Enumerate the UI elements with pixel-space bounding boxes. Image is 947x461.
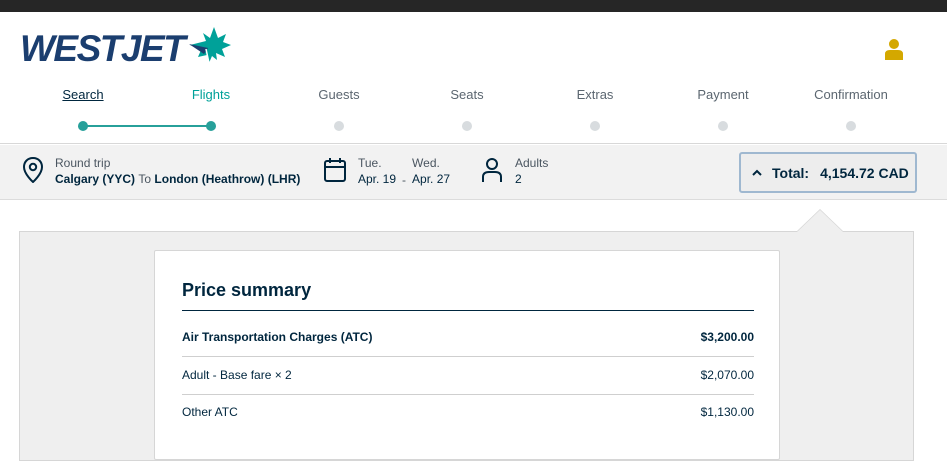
step-search[interactable]: Search	[19, 85, 147, 131]
step-guests: Guests	[275, 85, 403, 131]
step-confirmation: Confirmation	[787, 85, 915, 131]
person-icon	[479, 155, 505, 185]
step-extras: Extras	[531, 85, 659, 131]
location-pin-icon	[20, 155, 46, 185]
step-label-guests: Guests	[318, 87, 360, 102]
step-payment: Payment	[659, 85, 787, 131]
step-dot-payment	[718, 121, 728, 131]
logo-wordmark: WESTJET	[20, 28, 186, 69]
step-dot-search	[78, 121, 88, 131]
trip-summary-bar: Round trip Calgary (YYC) To London (Heat…	[0, 145, 947, 200]
total-price-toggle-button[interactable]: Total: 4,154.72 CAD	[739, 152, 917, 193]
step-flights: Flights	[147, 85, 275, 131]
price-row-atc: Air Transportation Charges (ATC) $3,200.…	[182, 318, 754, 355]
price-row-label: Adult - Base fare × 2	[182, 367, 292, 382]
calendar-icon	[322, 155, 348, 185]
depart-date: Apr. 19	[358, 172, 397, 186]
date-separator: -	[402, 173, 407, 187]
site-header: WESTJET Search Flights Guests Seats Extr…	[0, 12, 947, 144]
dates-summary[interactable]: Tue. Apr. 19 - Wed. Apr. 27	[322, 155, 450, 189]
passengers-summary[interactable]: Adults 2	[479, 155, 548, 188]
trip-type: Round trip	[55, 156, 111, 170]
price-row-other-atc: Other ATC $1,130.00	[182, 393, 754, 430]
title-divider	[182, 310, 754, 311]
trip-origin: Calgary (YYC)	[55, 172, 136, 186]
route-summary[interactable]: Round trip Calgary (YYC) To London (Heat…	[20, 155, 300, 188]
dropdown-pointer	[797, 210, 843, 232]
trip-destination: London (Heathrow) (LHR)	[154, 172, 301, 186]
price-row-amount: $1,130.00	[700, 404, 754, 419]
browser-top-bar	[0, 0, 947, 12]
price-row-label: Other ATC	[182, 404, 238, 419]
total-label: Total:	[772, 164, 810, 181]
step-label-search[interactable]: Search	[19, 85, 147, 105]
westjet-logo[interactable]: WESTJET	[20, 26, 232, 69]
step-label-payment: Payment	[697, 87, 749, 102]
price-row-base-fare: Adult - Base fare × 2 $2,070.00	[182, 356, 754, 393]
price-summary-card: Price summary Air Transportation Charges…	[154, 250, 780, 460]
return-date: Apr. 27	[412, 172, 451, 186]
return-day: Wed.	[412, 156, 440, 170]
total-value: 4,154.72 CAD	[820, 164, 909, 181]
price-row-amount: $2,070.00	[700, 367, 754, 382]
step-dot-flights	[206, 121, 216, 131]
step-dot-seats	[462, 121, 472, 131]
step-label-extras: Extras	[576, 87, 614, 102]
step-dot-guests	[334, 121, 344, 131]
passenger-count: 2	[515, 172, 522, 186]
trip-route: Calgary (YYC) To London (Heathrow) (LHR)	[55, 171, 300, 188]
booking-progress-steps: Search Flights Guests Seats Extras Payme…	[19, 85, 915, 135]
step-label-confirmation: Confirmation	[814, 87, 888, 102]
step-seats: Seats	[403, 85, 531, 131]
price-row-amount: $3,200.00	[700, 329, 754, 344]
step-label-seats: Seats	[450, 87, 484, 102]
trip-to-word: To	[138, 172, 152, 186]
maple-leaf-icon	[189, 26, 232, 63]
depart-day: Tue.	[358, 156, 382, 170]
user-icon[interactable]	[883, 38, 905, 60]
price-summary-title: Price summary	[182, 280, 312, 300]
step-label-flights: Flights	[191, 87, 231, 102]
progress-line	[83, 125, 211, 127]
chevron-up-icon	[752, 169, 762, 176]
price-row-label: Air Transportation Charges (ATC)	[182, 329, 373, 344]
step-dot-confirmation	[846, 121, 856, 131]
passenger-type: Adults	[515, 156, 549, 170]
step-dot-extras	[590, 121, 600, 131]
